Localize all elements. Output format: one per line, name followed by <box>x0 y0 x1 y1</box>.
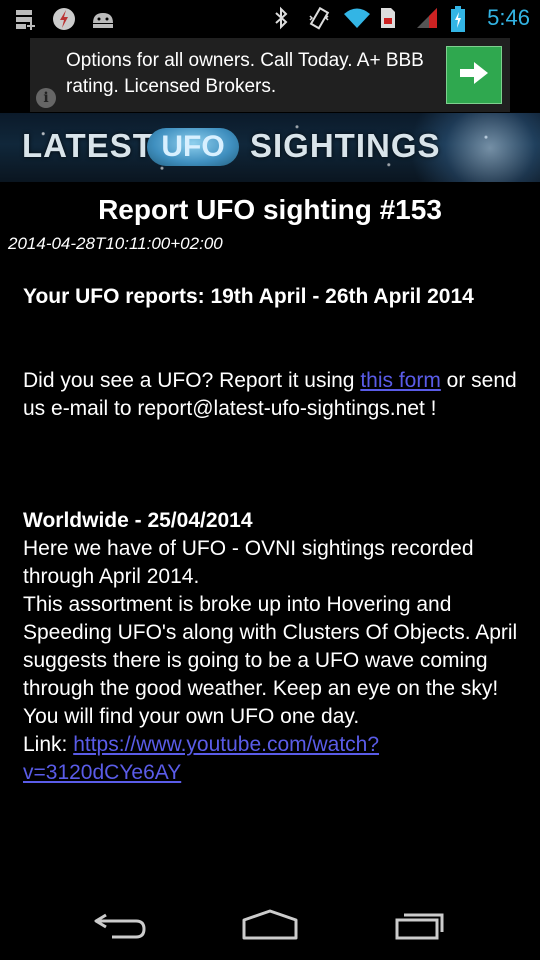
link-paragraph: Link: https://www.youtube.com/watch?v=31… <box>23 731 523 787</box>
youtube-link[interactable]: https://www.youtube.com/watch?v=3120dCYe… <box>23 733 379 784</box>
article-heading: Your UFO reports: 19th April - 26th Apri… <box>23 285 474 308</box>
body-paragraph-2: This assortment is broke up into Hoverin… <box>23 593 518 728</box>
recent-apps-button[interactable] <box>390 908 450 944</box>
home-icon <box>240 908 300 945</box>
battery-icon <box>451 6 475 32</box>
recent-apps-icon <box>392 908 448 945</box>
back-button[interactable] <box>90 908 150 944</box>
section-title: Worldwide - 25/04/2014 <box>23 509 253 532</box>
bluetooth-icon <box>271 6 295 30</box>
status-time: 5:46 <box>487 5 530 30</box>
link-label: Link: <box>23 733 74 756</box>
info-icon[interactable]: i <box>36 88 56 108</box>
home-button[interactable] <box>240 908 300 944</box>
article-date: 2014-04-28T10:11:00+02:00 <box>8 234 223 253</box>
sim-icon <box>379 6 403 30</box>
banner-word-latest: LATEST <box>22 127 154 164</box>
ad-banner[interactable]: Options for all owners. Call Today. A+ B… <box>30 38 510 112</box>
back-icon <box>92 909 148 944</box>
signal-icon <box>415 6 439 30</box>
report-prefix: Did you see a UFO? Report it using <box>23 369 361 392</box>
android-icon <box>90 7 114 31</box>
ad-text[interactable]: Options for all owners. Call Today. A+ B… <box>66 48 446 100</box>
banner-word-sightings: SIGHTINGS <box>250 127 441 164</box>
article-body: Your UFO reports: 19th April - 26th Apri… <box>23 283 523 787</box>
site-header-banner[interactable]: LATEST UFO SIGHTINGS <box>0 113 540 182</box>
status-bar: 5:46 <box>0 0 540 38</box>
report-paragraph: Did you see a UFO? Report it using this … <box>23 367 523 423</box>
wifi-icon <box>343 6 371 30</box>
body-paragraph-1: Here we have of UFO - OVNI sightings rec… <box>23 537 474 588</box>
vibrate-icon <box>307 6 331 30</box>
banner-word-ufo: UFO <box>161 130 225 163</box>
report-form-link[interactable]: this form <box>360 369 441 392</box>
arrow-right-icon <box>458 59 490 92</box>
storage-icon <box>14 7 38 31</box>
ad-cta-button[interactable] <box>446 46 502 104</box>
navigation-bar <box>0 896 540 960</box>
article-title: Report UFO sighting #153 <box>98 194 442 225</box>
banner-ufo-badge: UFO <box>147 128 239 166</box>
flash-icon <box>52 7 76 31</box>
